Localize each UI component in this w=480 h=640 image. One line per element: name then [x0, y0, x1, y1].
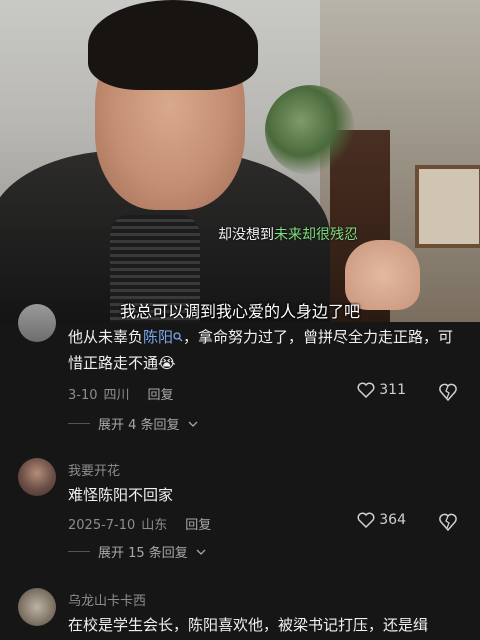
comment-text: 他从未辜负陈阳 ，拿命努力过了，曾拼尽全力走正路，可惜正路走不通😭 — [68, 324, 460, 376]
heart-icon — [357, 382, 375, 398]
expand-replies[interactable]: 展开 4 条回复 — [68, 414, 198, 433]
like-button[interactable]: 311 — [357, 382, 406, 398]
expand-replies-label: 展开 4 条回复 — [98, 418, 180, 433]
comment-meta: 2025-7-10 山东 回复 — [68, 514, 229, 533]
chevron-down-icon — [188, 421, 198, 427]
reply-button[interactable]: 回复 — [185, 518, 211, 533]
comment-username[interactable]: 我要开花 — [68, 460, 120, 479]
heart-icon — [357, 512, 375, 528]
expand-replies[interactable]: 展开 15 条回复 — [68, 542, 206, 561]
comment-list[interactable]: 他从未辜负陈阳 ，拿命努力过了，曾拼尽全力走正路，可惜正路走不通😭 3-10 四川回… — [0, 304, 480, 640]
like-count: 364 — [379, 512, 406, 528]
subtitle-top-highlight: 未来却很残忍 — [274, 227, 358, 243]
avatar[interactable] — [18, 304, 56, 342]
comment-date: 2025-7-10 — [68, 518, 136, 533]
divider-line — [68, 551, 90, 552]
comment-location: 四川 — [103, 388, 130, 403]
expand-replies-label: 展开 15 条回复 — [98, 546, 188, 561]
comment-username[interactable]: 乌龙山卡卡西 — [68, 590, 146, 609]
avatar[interactable] — [18, 458, 56, 496]
comment-date: 3-10 — [68, 388, 98, 403]
wall-picture — [415, 165, 480, 248]
broken-heart-icon[interactable] — [438, 382, 458, 402]
comment-text: 在校是学生会长，陈阳喜欢他，被梁书记打压，还是缉 — [68, 616, 429, 634]
actor-figure — [0, 0, 330, 322]
reply-button[interactable]: 回复 — [148, 388, 174, 403]
comment-text-pre: 他从未辜负 — [68, 328, 144, 346]
comment-text: 难怪陈阳不回家 — [68, 486, 174, 504]
chevron-down-icon — [196, 549, 206, 555]
divider-line — [68, 423, 90, 424]
search-icon — [173, 332, 183, 342]
broken-heart-icon[interactable] — [438, 512, 458, 532]
actor-hair — [88, 0, 258, 90]
search-link-label: 陈阳 — [143, 328, 174, 346]
video-player[interactable]: 却没想到未来却很残忍 我总可以调到我心爱的人身边了吧 — [0, 0, 480, 322]
subtitle-main: 我总可以调到我心爱的人身边了吧 — [119, 302, 360, 321]
like-count: 311 — [379, 382, 406, 398]
avatar[interactable] — [18, 588, 56, 626]
like-button[interactable]: 364 — [357, 512, 406, 528]
comment-meta: 3-10 四川 回复 — [68, 384, 192, 403]
comment-location: 山东 — [141, 518, 168, 533]
subtitle-top: 却没想到未来却很残忍 — [218, 224, 358, 244]
subtitle-top-pre: 却没想到 — [218, 227, 274, 243]
search-link[interactable]: 陈阳 — [143, 328, 183, 346]
